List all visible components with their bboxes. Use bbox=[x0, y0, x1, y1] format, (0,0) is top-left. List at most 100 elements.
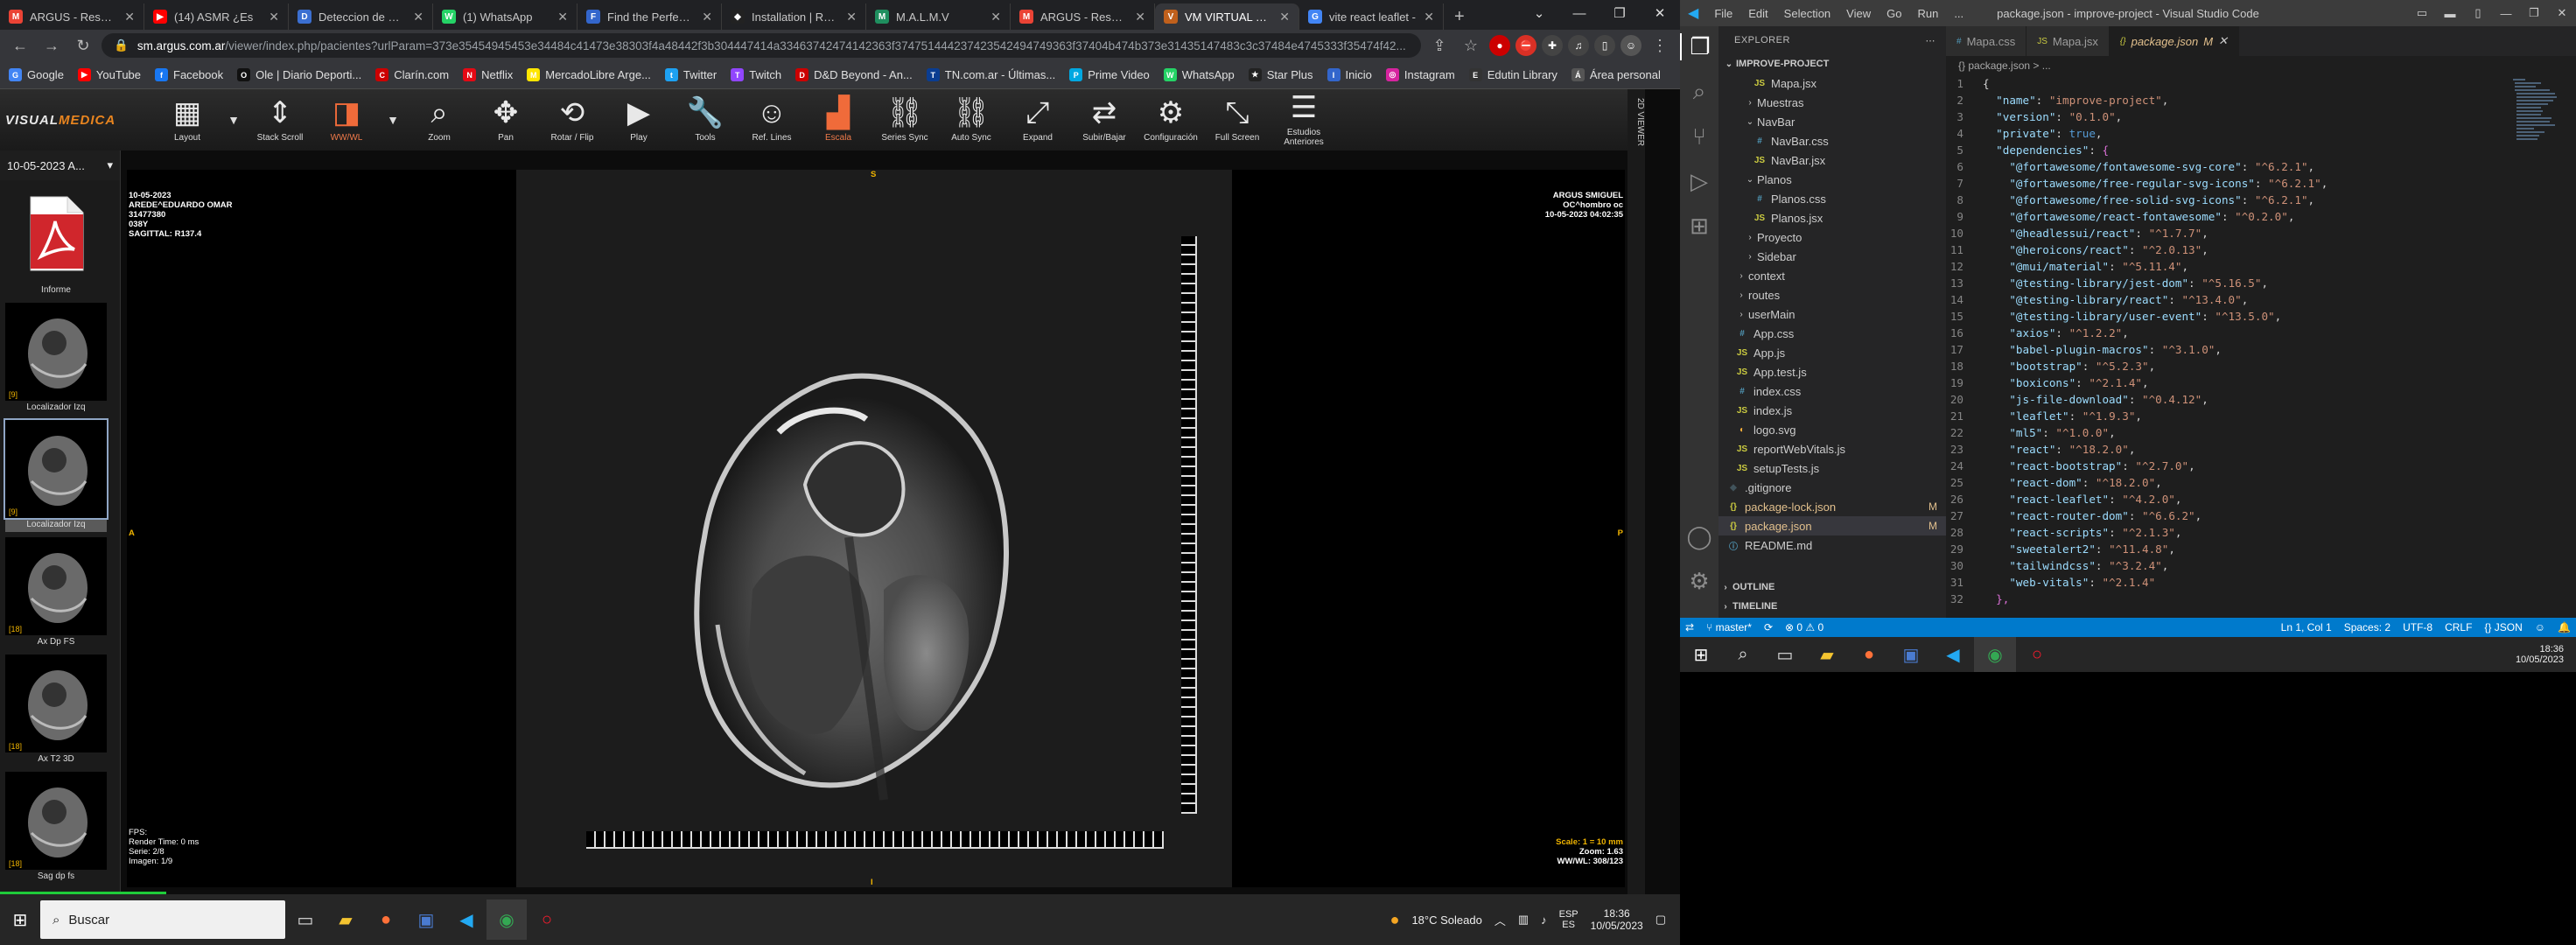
extensions-icon[interactable]: ⊞ bbox=[1680, 213, 1718, 240]
branch-indicator[interactable]: ⑂ master* bbox=[1706, 621, 1752, 634]
browser-tab[interactable]: F Find the Perfect Ic ✕ bbox=[578, 4, 722, 30]
close-button[interactable]: ✕ bbox=[2548, 0, 2576, 26]
bookmark-item[interactable]: P Prime Video bbox=[1069, 68, 1150, 81]
file-item[interactable]: JS NavBar.jsx bbox=[1718, 150, 1946, 170]
new-tab-button[interactable]: + bbox=[1444, 4, 1475, 30]
tab-close-icon[interactable]: ✕ bbox=[413, 10, 424, 24]
tab-close-icon[interactable]: ✕ bbox=[702, 10, 712, 24]
file-item[interactable]: JS reportWebVitals.js bbox=[1718, 439, 1946, 458]
powershell-icon[interactable]: ▣ bbox=[406, 900, 446, 940]
close-button[interactable]: ✕ bbox=[1640, 0, 1680, 26]
series-thumb[interactable]: [18] Ax Dp FS bbox=[5, 537, 107, 649]
image-viewport[interactable]: 10-05-2023 AREDE^EDUARDO OMAR 31477380 038Y… bbox=[127, 170, 1625, 887]
file-item[interactable]: ◆ .gitignore bbox=[1718, 478, 1946, 497]
minimize-button[interactable]: — bbox=[2492, 0, 2520, 26]
series-thumb[interactable]: [18] Ax T2 3D bbox=[5, 654, 107, 766]
timeline-section[interactable]: › TIMELINE bbox=[1718, 597, 1946, 616]
browser-tab[interactable]: M M.A.L.M.V ✕ bbox=[866, 4, 1011, 30]
browser-tab[interactable]: ▶ (14) ASMR ¿Es ✕ bbox=[144, 4, 289, 30]
tool-pan[interactable]: ✥ Pan bbox=[472, 91, 539, 149]
clock[interactable]: 18:36 10/05/2023 bbox=[1591, 907, 1643, 932]
reload-button[interactable]: ↻ bbox=[70, 32, 96, 59]
cursor-position[interactable]: Ln 1, Col 1 bbox=[2281, 621, 2332, 634]
run-debug-icon[interactable]: ▷ bbox=[1680, 168, 1718, 195]
tool-series-sync[interactable]: ⛓ Series Sync bbox=[872, 91, 938, 149]
file-item[interactable]: JS index.js bbox=[1718, 401, 1946, 420]
file-item[interactable]: {} package.json M bbox=[1718, 516, 1946, 536]
folder-item[interactable]: › context bbox=[1718, 266, 1946, 285]
folder-item[interactable]: › Proyecto bbox=[1718, 228, 1946, 247]
tool-wwwl[interactable]: ◨ WW/WL bbox=[313, 91, 380, 149]
chrome-icon[interactable]: ◉ bbox=[486, 900, 527, 940]
network-icon[interactable]: ▥ bbox=[1518, 913, 1529, 927]
folder-item[interactable]: › Sidebar bbox=[1718, 247, 1946, 266]
bookmark-item[interactable]: Á Área personal bbox=[1571, 68, 1661, 81]
menu-item[interactable]: File bbox=[1706, 7, 1740, 20]
browser-tab[interactable]: D Deteccion de Micr ✕ bbox=[289, 4, 433, 30]
vscode-icon[interactable]: ◀ bbox=[1932, 637, 1974, 672]
tab-close-icon[interactable]: ✕ bbox=[1135, 10, 1145, 24]
windows-start-icon[interactable]: ⊞ bbox=[0, 900, 40, 940]
menu-item[interactable]: View bbox=[1838, 7, 1879, 20]
bookmark-star-icon[interactable]: ☆ bbox=[1458, 32, 1484, 59]
search-icon[interactable]: ⌕ bbox=[1722, 637, 1764, 672]
folder-item[interactable]: ⌄ NavBar bbox=[1718, 112, 1946, 131]
tab-close-icon[interactable]: ✕ bbox=[269, 10, 279, 24]
tab-close-icon[interactable]: ✕ bbox=[1424, 10, 1434, 24]
tab-close-icon[interactable]: ✕ bbox=[846, 10, 857, 24]
tool-tools[interactable]: 🔧 Tools bbox=[672, 91, 738, 149]
browser-tab[interactable]: M ARGUS - Resultad ✕ bbox=[0, 4, 144, 30]
vscode-icon[interactable]: ◀ bbox=[446, 900, 486, 940]
clock[interactable]: 18:36 10/05/2023 bbox=[2516, 637, 2564, 672]
project-root[interactable]: ⌄ IMPROVE-PROJECT bbox=[1718, 54, 1946, 74]
indentation[interactable]: Spaces: 2 bbox=[2344, 621, 2390, 634]
series-thumb[interactable]: [9] Localizador Izq bbox=[4, 418, 108, 532]
bell-icon[interactable]: 🔔 bbox=[2558, 621, 2571, 634]
browser-tab[interactable]: ◆ Installation | React ✕ bbox=[722, 4, 866, 30]
bookmark-item[interactable]: O Ole | Diario Deporti... bbox=[237, 68, 361, 81]
tool-dropdown-caret-icon[interactable]: ▼ bbox=[380, 91, 406, 149]
windows-start-icon[interactable]: ⊞ bbox=[1680, 637, 1722, 672]
account-icon[interactable]: ◯ bbox=[1680, 523, 1718, 550]
sidepanel-icon[interactable]: ▯ bbox=[1594, 35, 1615, 56]
editor-tab[interactable]: # Mapa.css bbox=[1946, 26, 2027, 56]
folder-item[interactable]: › userMain bbox=[1718, 304, 1946, 324]
tool-layout[interactable]: ▦ Layout bbox=[154, 91, 220, 149]
more-actions-icon[interactable]: ⋯ bbox=[1926, 35, 1936, 46]
taskbar-search[interactable]: ⌕ Buscar bbox=[40, 900, 285, 939]
back-button[interactable]: ← bbox=[7, 32, 33, 59]
series-thumb[interactable]: [18] Sag dp fs bbox=[5, 772, 107, 884]
language-indicator[interactable]: ESP ES bbox=[1559, 909, 1578, 930]
browser-tab[interactable]: V VM VIRTUAL FILM ✕ bbox=[1155, 4, 1299, 30]
minimap[interactable] bbox=[2511, 75, 2564, 163]
bookmark-item[interactable]: G Google bbox=[9, 68, 64, 81]
bookmark-item[interactable]: N Netflix bbox=[463, 68, 513, 81]
bookmark-item[interactable]: ★ Star Plus bbox=[1248, 68, 1313, 81]
file-item[interactable]: JS App.js bbox=[1718, 343, 1946, 362]
series-thumb[interactable]: [9] Localizador Izq bbox=[5, 303, 107, 415]
file-item[interactable]: # Planos.css bbox=[1718, 189, 1946, 208]
file-item[interactable]: JS Planos.jsx bbox=[1718, 208, 1946, 228]
tool-stack-scroll[interactable]: ⇕ Stack Scroll bbox=[247, 91, 313, 149]
folder-item[interactable]: › Muestras bbox=[1718, 93, 1946, 112]
outline-section[interactable]: › OUTLINE bbox=[1718, 578, 1946, 597]
bookmark-item[interactable]: f Facebook bbox=[155, 68, 223, 81]
breadcrumb[interactable]: {} package.json > ... bbox=[1946, 56, 2576, 75]
chrome-icon[interactable]: ◉ bbox=[1974, 637, 2016, 672]
bookmark-item[interactable]: M MercadoLibre Arge... bbox=[527, 68, 651, 81]
tool-auto-sync[interactable]: ⛓ Auto Sync bbox=[938, 91, 1004, 149]
file-explorer-icon[interactable]: ▰ bbox=[1806, 637, 1848, 672]
task-view-icon[interactable]: ▭ bbox=[285, 900, 326, 940]
search-icon[interactable]: ⌕ bbox=[1680, 78, 1718, 106]
chevron-down-icon[interactable]: ⌄ bbox=[1519, 0, 1559, 26]
bookmark-item[interactable]: E Edutin Library bbox=[1468, 68, 1558, 81]
media-icon[interactable]: ♫ bbox=[1568, 35, 1589, 56]
folder-item[interactable]: ⌄ Planos bbox=[1718, 170, 1946, 189]
informe-thumb[interactable]: Informe bbox=[5, 186, 107, 298]
editor-tab[interactable]: {} package.json M ✕ bbox=[2109, 26, 2239, 56]
file-item[interactable]: ⓘ README.md bbox=[1718, 536, 1946, 555]
bookmark-item[interactable]: W WhatsApp bbox=[1163, 68, 1235, 81]
language-mode[interactable]: {} JSON bbox=[2484, 621, 2522, 634]
folder-item[interactable]: › routes bbox=[1718, 285, 1946, 304]
browser-tab[interactable]: M ARGUS - Resultad ✕ bbox=[1011, 4, 1155, 30]
